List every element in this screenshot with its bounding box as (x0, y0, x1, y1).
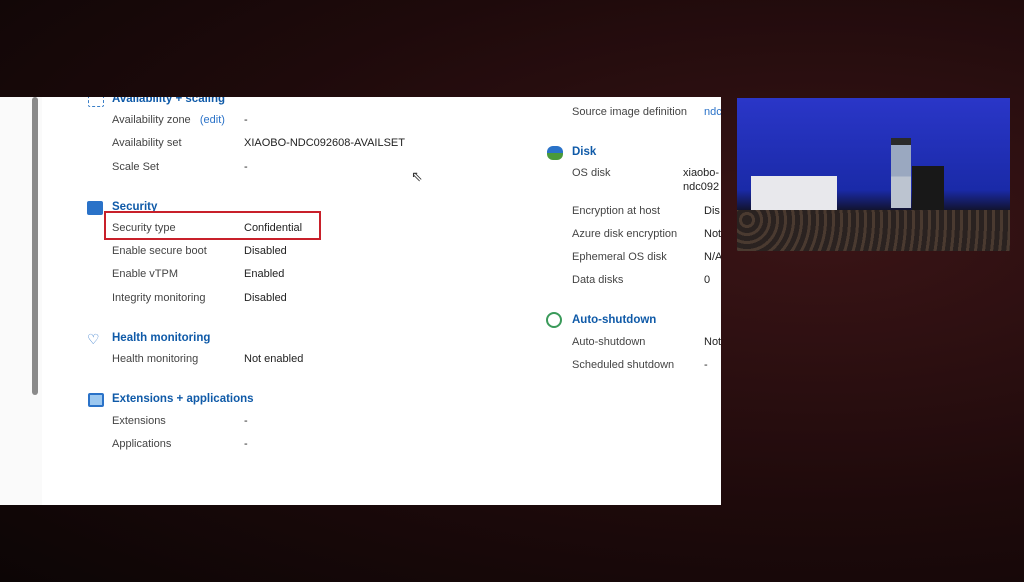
label: OS disk (572, 167, 611, 179)
label: Availability zone (edit) (112, 114, 225, 126)
value: Enabled (244, 268, 285, 280)
label: Applications (112, 438, 172, 450)
label: Enable vTPM (112, 268, 179, 280)
edit-link[interactable]: (edit) (200, 114, 225, 126)
label: Security type (112, 222, 176, 234)
value: - (244, 114, 248, 126)
value: - (704, 359, 708, 371)
value: Not enabled (244, 353, 304, 365)
value: Not (704, 228, 721, 240)
clock-icon (546, 312, 562, 328)
source-image-link[interactable]: ndc (704, 106, 721, 118)
extensions-icon (88, 393, 104, 407)
security-icon (87, 201, 103, 215)
label: Scheduled shutdown (572, 359, 675, 371)
disk-heading: Disk (572, 146, 597, 158)
value: - (244, 438, 248, 450)
label: Health monitoring (112, 353, 199, 365)
label: Source image definition (572, 106, 687, 118)
value: XIAOBO-NDC092608-AVAILSET (244, 137, 405, 149)
availability-heading: Availability + scaling (112, 97, 226, 105)
value: Dis (704, 205, 720, 217)
label: Scale Set (112, 161, 160, 173)
vm-properties-panel: Availability + scaling Availability zone… (0, 97, 721, 505)
value: Disabled (244, 245, 287, 257)
lectern (912, 166, 944, 212)
value: Disabled (244, 292, 287, 304)
disk-icon (547, 146, 563, 160)
label: Availability set (112, 137, 182, 149)
speaker (891, 138, 911, 208)
value: Not (704, 336, 721, 348)
heart-pulse-icon: ♡ (87, 331, 100, 347)
audience (737, 210, 1010, 251)
speaker-video-inset (737, 98, 1010, 251)
health-heading: Health monitoring (112, 332, 211, 344)
autoshutdown-heading: Auto-shutdown (572, 314, 657, 326)
label: Extensions (112, 415, 166, 427)
scrollbar[interactable] (32, 97, 38, 395)
extensions-heading: Extensions + applications (112, 393, 254, 405)
podium-screen (751, 176, 837, 210)
value: - (244, 161, 248, 173)
value: - (244, 415, 248, 427)
label: Integrity monitoring (112, 292, 206, 304)
value: N/A (704, 251, 721, 263)
mouse-cursor-icon: ⇖ (411, 168, 423, 184)
os-disk-link[interactable]: xiaobo- (683, 167, 719, 179)
label: Encryption at host (572, 205, 661, 217)
label: Ephemeral OS disk (572, 251, 667, 263)
value: Confidential (244, 222, 303, 234)
value: ndc092 (683, 181, 720, 193)
label: Enable secure boot (112, 245, 207, 257)
availability-icon (88, 97, 104, 107)
value: 0 (704, 274, 711, 286)
label: Azure disk encryption (572, 228, 678, 240)
label: Data disks (572, 274, 624, 286)
label: Auto-shutdown (572, 336, 646, 348)
